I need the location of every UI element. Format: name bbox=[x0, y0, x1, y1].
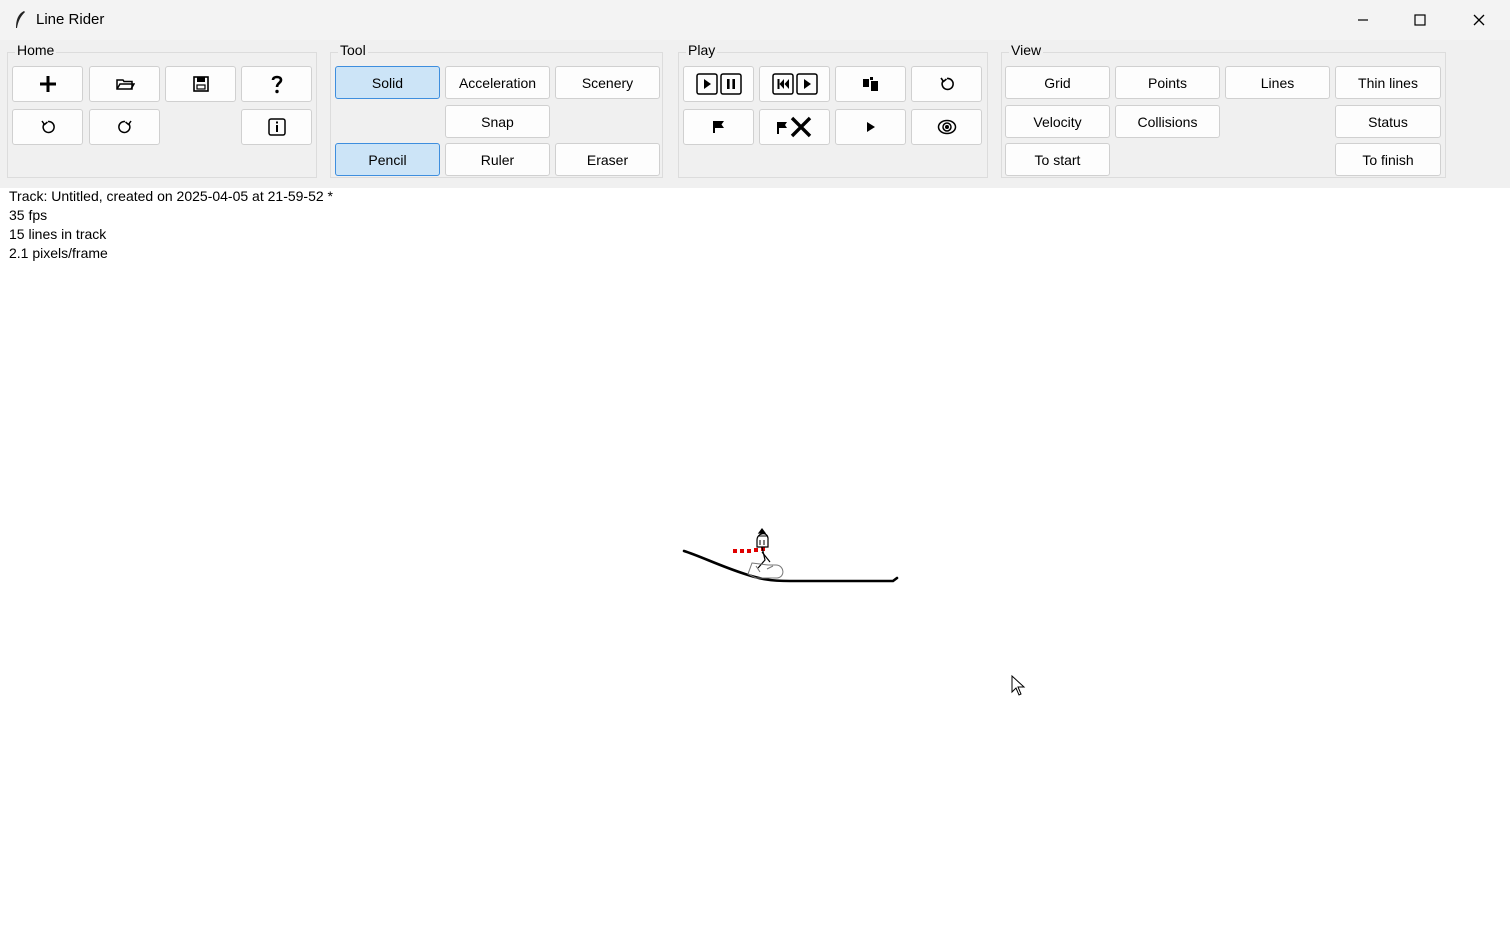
play-icon bbox=[866, 122, 875, 132]
track-line bbox=[682, 549, 899, 583]
snap-toggle-button[interactable]: Snap bbox=[445, 105, 550, 138]
to-finish-button[interactable]: To finish bbox=[1335, 143, 1441, 176]
ruler-tool-button[interactable]: Ruler bbox=[445, 143, 550, 176]
solid-line-button[interactable]: Solid bbox=[335, 66, 440, 99]
track-drawing bbox=[682, 528, 1026, 696]
help-button[interactable] bbox=[241, 66, 312, 102]
redo-button[interactable] bbox=[89, 109, 160, 145]
scenery-line-button[interactable]: Scenery bbox=[555, 66, 660, 99]
pencil-tool-button[interactable]: Pencil bbox=[335, 143, 440, 176]
velocity-toggle-button[interactable]: Velocity bbox=[1005, 105, 1110, 138]
view-group-label: View bbox=[1009, 42, 1044, 58]
remove-flag-button[interactable] bbox=[759, 109, 830, 145]
status-track-name: Track: Untitled, created on 2025-04-05 a… bbox=[9, 188, 334, 204]
folder-open-icon bbox=[115, 79, 135, 90]
close-icon bbox=[1473, 14, 1485, 26]
status-speed: 2.1 pixels/frame bbox=[9, 245, 108, 261]
minimize-button[interactable] bbox=[1334, 0, 1392, 40]
reset-button[interactable] bbox=[911, 66, 982, 102]
flag-icon bbox=[712, 121, 724, 133]
new-track-button[interactable] bbox=[12, 66, 83, 102]
lines-toggle-button[interactable]: Lines bbox=[1225, 66, 1330, 99]
maximize-button[interactable] bbox=[1391, 0, 1449, 40]
velocity-marks bbox=[733, 547, 765, 553]
feather-icon bbox=[16, 11, 25, 28]
rider-button[interactable] bbox=[835, 66, 906, 102]
play-group-label: Play bbox=[686, 42, 718, 58]
view-rider-button[interactable] bbox=[911, 109, 982, 145]
play-pause-icon bbox=[695, 73, 742, 95]
status-toggle-button[interactable]: Status bbox=[1335, 105, 1441, 138]
title-bar: Line Rider bbox=[0, 0, 1510, 40]
maximize-icon bbox=[1414, 14, 1426, 26]
window-title: Line Rider bbox=[36, 11, 105, 28]
track-canvas[interactable] bbox=[0, 188, 1510, 942]
view-icon bbox=[937, 119, 956, 135]
rider-sprite bbox=[747, 528, 784, 579]
open-track-button[interactable] bbox=[89, 66, 160, 102]
collisions-toggle-button[interactable]: Collisions bbox=[1115, 105, 1220, 138]
toolbar: Home Tool Solid Acceleration Scenery Sna… bbox=[0, 40, 1510, 188]
home-group-label: Home bbox=[15, 42, 57, 58]
to-start-button[interactable]: To start bbox=[1005, 143, 1110, 176]
info-icon bbox=[267, 118, 286, 136]
redo-icon bbox=[117, 120, 132, 134]
rewind-play-button[interactable] bbox=[759, 66, 830, 102]
reset-icon bbox=[939, 77, 954, 91]
thin-lines-toggle-button[interactable]: Thin lines bbox=[1335, 66, 1441, 99]
play-pause-button[interactable] bbox=[683, 66, 754, 102]
tool-group-label: Tool bbox=[338, 42, 368, 58]
flag-button[interactable] bbox=[683, 109, 754, 145]
save-icon bbox=[192, 76, 209, 92]
remove-flag-icon bbox=[776, 116, 811, 138]
rider-icon bbox=[862, 77, 878, 91]
rewind-play-icon bbox=[771, 73, 818, 95]
eraser-tool-button[interactable]: Eraser bbox=[555, 143, 660, 176]
plus-icon bbox=[39, 76, 56, 92]
question-icon bbox=[271, 75, 282, 94]
status-overlay: Track: Untitled, created on 2025-04-05 a… bbox=[9, 187, 333, 263]
play-from-flag-button[interactable] bbox=[835, 109, 906, 145]
minimize-icon bbox=[1358, 19, 1368, 21]
acceleration-line-button[interactable]: Acceleration bbox=[445, 66, 550, 99]
undo-button[interactable] bbox=[12, 109, 83, 145]
mouse-cursor-icon bbox=[1011, 674, 1026, 696]
status-fps: 35 fps bbox=[9, 207, 48, 223]
undo-icon bbox=[40, 120, 55, 134]
grid-toggle-button[interactable]: Grid bbox=[1005, 66, 1110, 99]
save-track-button[interactable] bbox=[165, 66, 236, 102]
close-button[interactable] bbox=[1450, 0, 1508, 40]
status-line-count: 15 lines in track bbox=[9, 226, 107, 242]
info-button[interactable] bbox=[241, 109, 312, 145]
points-toggle-button[interactable]: Points bbox=[1115, 66, 1220, 99]
